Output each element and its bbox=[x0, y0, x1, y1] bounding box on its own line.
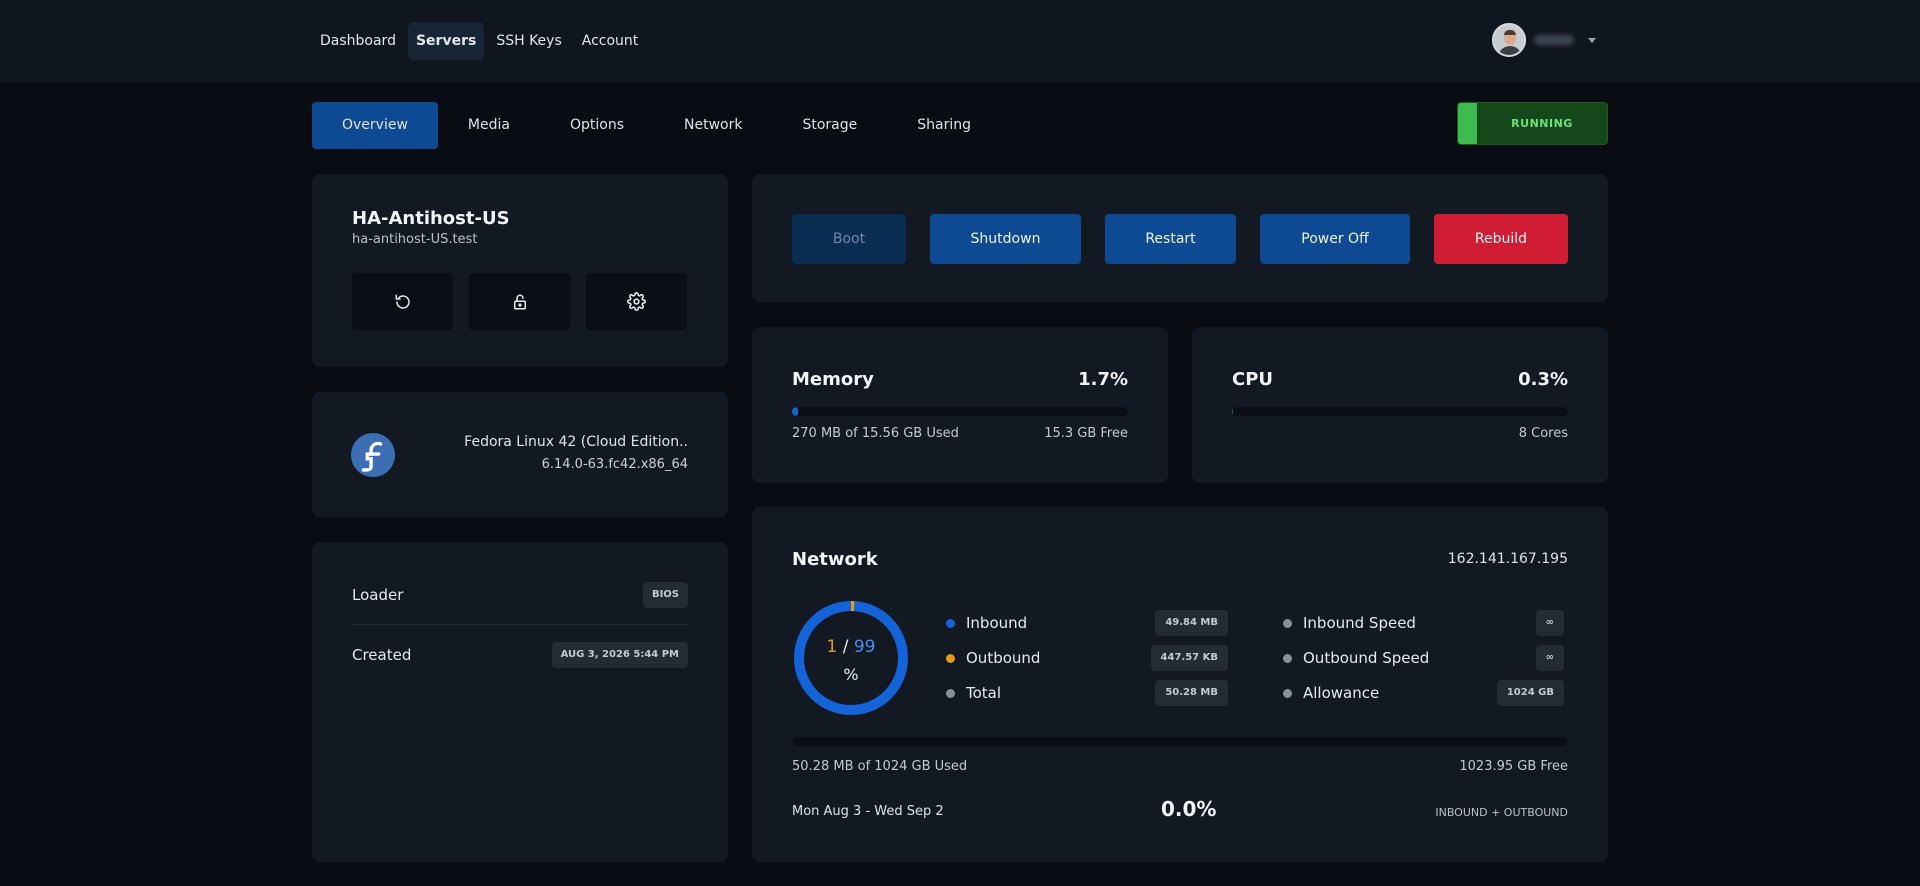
allowance-value: 1024 GB bbox=[1496, 680, 1564, 706]
outbound-value: 447.57 KB bbox=[1150, 645, 1228, 671]
boot-button[interactable]: Boot bbox=[792, 214, 906, 264]
legend-label: Inbound bbox=[966, 614, 1028, 632]
os-card: Fedora Linux 42 (Cloud Edition.. 6.14.0-… bbox=[312, 392, 728, 517]
donut-unit: % bbox=[843, 665, 859, 684]
legend-inbound: Inbound bbox=[946, 610, 1027, 636]
memory-card: Memory 1.7% 270 MB of 15.56 GB Used 15.3… bbox=[752, 327, 1168, 483]
legend-label: Total bbox=[966, 684, 1002, 702]
user-name-redacted bbox=[1534, 35, 1574, 45]
server-tabs: Overview Media Options Network Storage S… bbox=[312, 102, 1001, 149]
user-menu[interactable] bbox=[1492, 22, 1596, 58]
outbound-speed-dot bbox=[1283, 653, 1292, 663]
network-used: 50.28 MB of 1024 GB Used bbox=[792, 759, 968, 774]
donut-ratio: 1 / 99 bbox=[792, 637, 910, 657]
ip-address: 162.141.167.195 bbox=[1447, 551, 1568, 567]
memory-bar bbox=[792, 407, 1128, 416]
total-dot bbox=[946, 688, 955, 698]
legend-label: Inbound Speed bbox=[1303, 614, 1416, 632]
fedora-logo bbox=[350, 432, 396, 478]
main-nav: Dashboard Servers SSH Keys Account bbox=[312, 22, 646, 60]
power-card: Boot Shutdown Restart Power Off Rebuild bbox=[752, 174, 1608, 302]
loader-value: BIOS bbox=[642, 582, 688, 608]
network-percent: 0.0% bbox=[1161, 797, 1217, 821]
legend-label: Allowance bbox=[1303, 684, 1380, 702]
legend-allowance: Allowance bbox=[1283, 680, 1379, 706]
gear-icon bbox=[627, 292, 646, 311]
loader-label: Loader bbox=[352, 586, 404, 604]
status-indicator bbox=[1458, 103, 1477, 144]
legend-total: Total bbox=[946, 680, 1001, 706]
donut-separator: / bbox=[842, 637, 849, 657]
network-note: INBOUND + OUTBOUND bbox=[1435, 806, 1568, 819]
legend-outbound-speed: Outbound Speed bbox=[1283, 645, 1429, 671]
restart-button[interactable]: Restart bbox=[1105, 214, 1236, 264]
memory-free: 15.3 GB Free bbox=[1044, 426, 1128, 441]
legend-label: Outbound bbox=[966, 649, 1041, 667]
outbound-dot bbox=[946, 653, 955, 663]
password-button[interactable] bbox=[469, 273, 570, 330]
nav-servers[interactable]: Servers bbox=[407, 22, 485, 60]
cpu-percent: 0.3% bbox=[1518, 369, 1568, 390]
legend-outbound: Outbound bbox=[946, 645, 1040, 671]
created-label: Created bbox=[352, 646, 412, 664]
cpu-card: CPU 0.3% 8 Cores bbox=[1192, 327, 1608, 483]
cpu-bar bbox=[1232, 407, 1568, 416]
info-card: Loader BIOS Created AUG 3, 2026 5:44 PM bbox=[312, 542, 728, 862]
server-name: HA-Antihost-US bbox=[352, 208, 510, 229]
network-usage-bar bbox=[792, 737, 1568, 746]
memory-title: Memory bbox=[792, 369, 874, 390]
status-label: RUNNING bbox=[1511, 117, 1573, 130]
refresh-icon bbox=[395, 294, 410, 309]
network-card: Network 162.141.167.195 1 / 99 % Inbound… bbox=[752, 507, 1608, 862]
network-free: 1023.95 GB Free bbox=[1459, 759, 1568, 774]
divider bbox=[352, 624, 688, 625]
legend-inbound-speed: Inbound Speed bbox=[1283, 610, 1416, 636]
cpu-title: CPU bbox=[1232, 369, 1274, 390]
cpu-cores: 8 Cores bbox=[1518, 426, 1568, 441]
reinstall-button[interactable] bbox=[352, 273, 453, 330]
memory-used: 270 MB of 15.56 GB Used bbox=[792, 426, 959, 441]
legend-label: Outbound Speed bbox=[1303, 649, 1430, 667]
donut-used-value: 1 bbox=[826, 637, 838, 657]
outbound-speed-value: ∞ bbox=[1535, 645, 1564, 671]
avatar bbox=[1492, 23, 1526, 57]
traffic-donut bbox=[794, 601, 908, 715]
tab-network[interactable]: Network bbox=[654, 102, 772, 149]
server-hostname: ha-antihost-US.test bbox=[352, 232, 478, 247]
memory-bar-fill bbox=[792, 407, 798, 416]
rebuild-button[interactable]: Rebuild bbox=[1434, 214, 1568, 264]
nav-ssh-keys[interactable]: SSH Keys bbox=[488, 22, 569, 60]
donut-total-value: 99 bbox=[853, 637, 876, 657]
tab-sharing[interactable]: Sharing bbox=[887, 102, 1001, 149]
inbound-speed-dot bbox=[1283, 618, 1292, 628]
tab-media[interactable]: Media bbox=[438, 102, 540, 149]
network-title: Network bbox=[792, 549, 878, 570]
tab-options[interactable]: Options bbox=[540, 102, 654, 149]
inbound-speed-value: ∞ bbox=[1535, 610, 1564, 636]
shutdown-button[interactable]: Shutdown bbox=[930, 214, 1081, 264]
nav-dashboard[interactable]: Dashboard bbox=[312, 22, 404, 60]
tab-overview[interactable]: Overview bbox=[312, 102, 438, 149]
total-value: 50.28 MB bbox=[1155, 680, 1228, 706]
lock-icon bbox=[513, 294, 526, 309]
tab-storage[interactable]: Storage bbox=[772, 102, 887, 149]
nav-account[interactable]: Account bbox=[574, 22, 647, 60]
inbound-dot bbox=[946, 618, 955, 628]
os-kernel: 6.14.0-63.fc42.x86_64 bbox=[541, 457, 688, 472]
os-name: Fedora Linux 42 (Cloud Edition.. bbox=[464, 434, 688, 450]
billing-period: Mon Aug 3 - Wed Sep 2 bbox=[792, 804, 944, 819]
memory-percent: 1.7% bbox=[1078, 369, 1128, 390]
power-off-button[interactable]: Power Off bbox=[1260, 214, 1410, 264]
cpu-bar-fill bbox=[1232, 407, 1233, 416]
status-badge: RUNNING bbox=[1457, 102, 1608, 145]
top-header: Dashboard Servers SSH Keys Account bbox=[0, 0, 1920, 82]
created-value: AUG 3, 2026 5:44 PM bbox=[551, 642, 688, 668]
allowance-dot bbox=[1283, 688, 1292, 698]
settings-button[interactable] bbox=[586, 273, 687, 330]
donut-remaining-arc bbox=[794, 601, 908, 715]
inbound-value: 49.84 MB bbox=[1155, 610, 1228, 636]
chevron-down-icon bbox=[1588, 37, 1596, 43]
server-card: HA-Antihost-US ha-antihost-US.test bbox=[312, 174, 728, 367]
